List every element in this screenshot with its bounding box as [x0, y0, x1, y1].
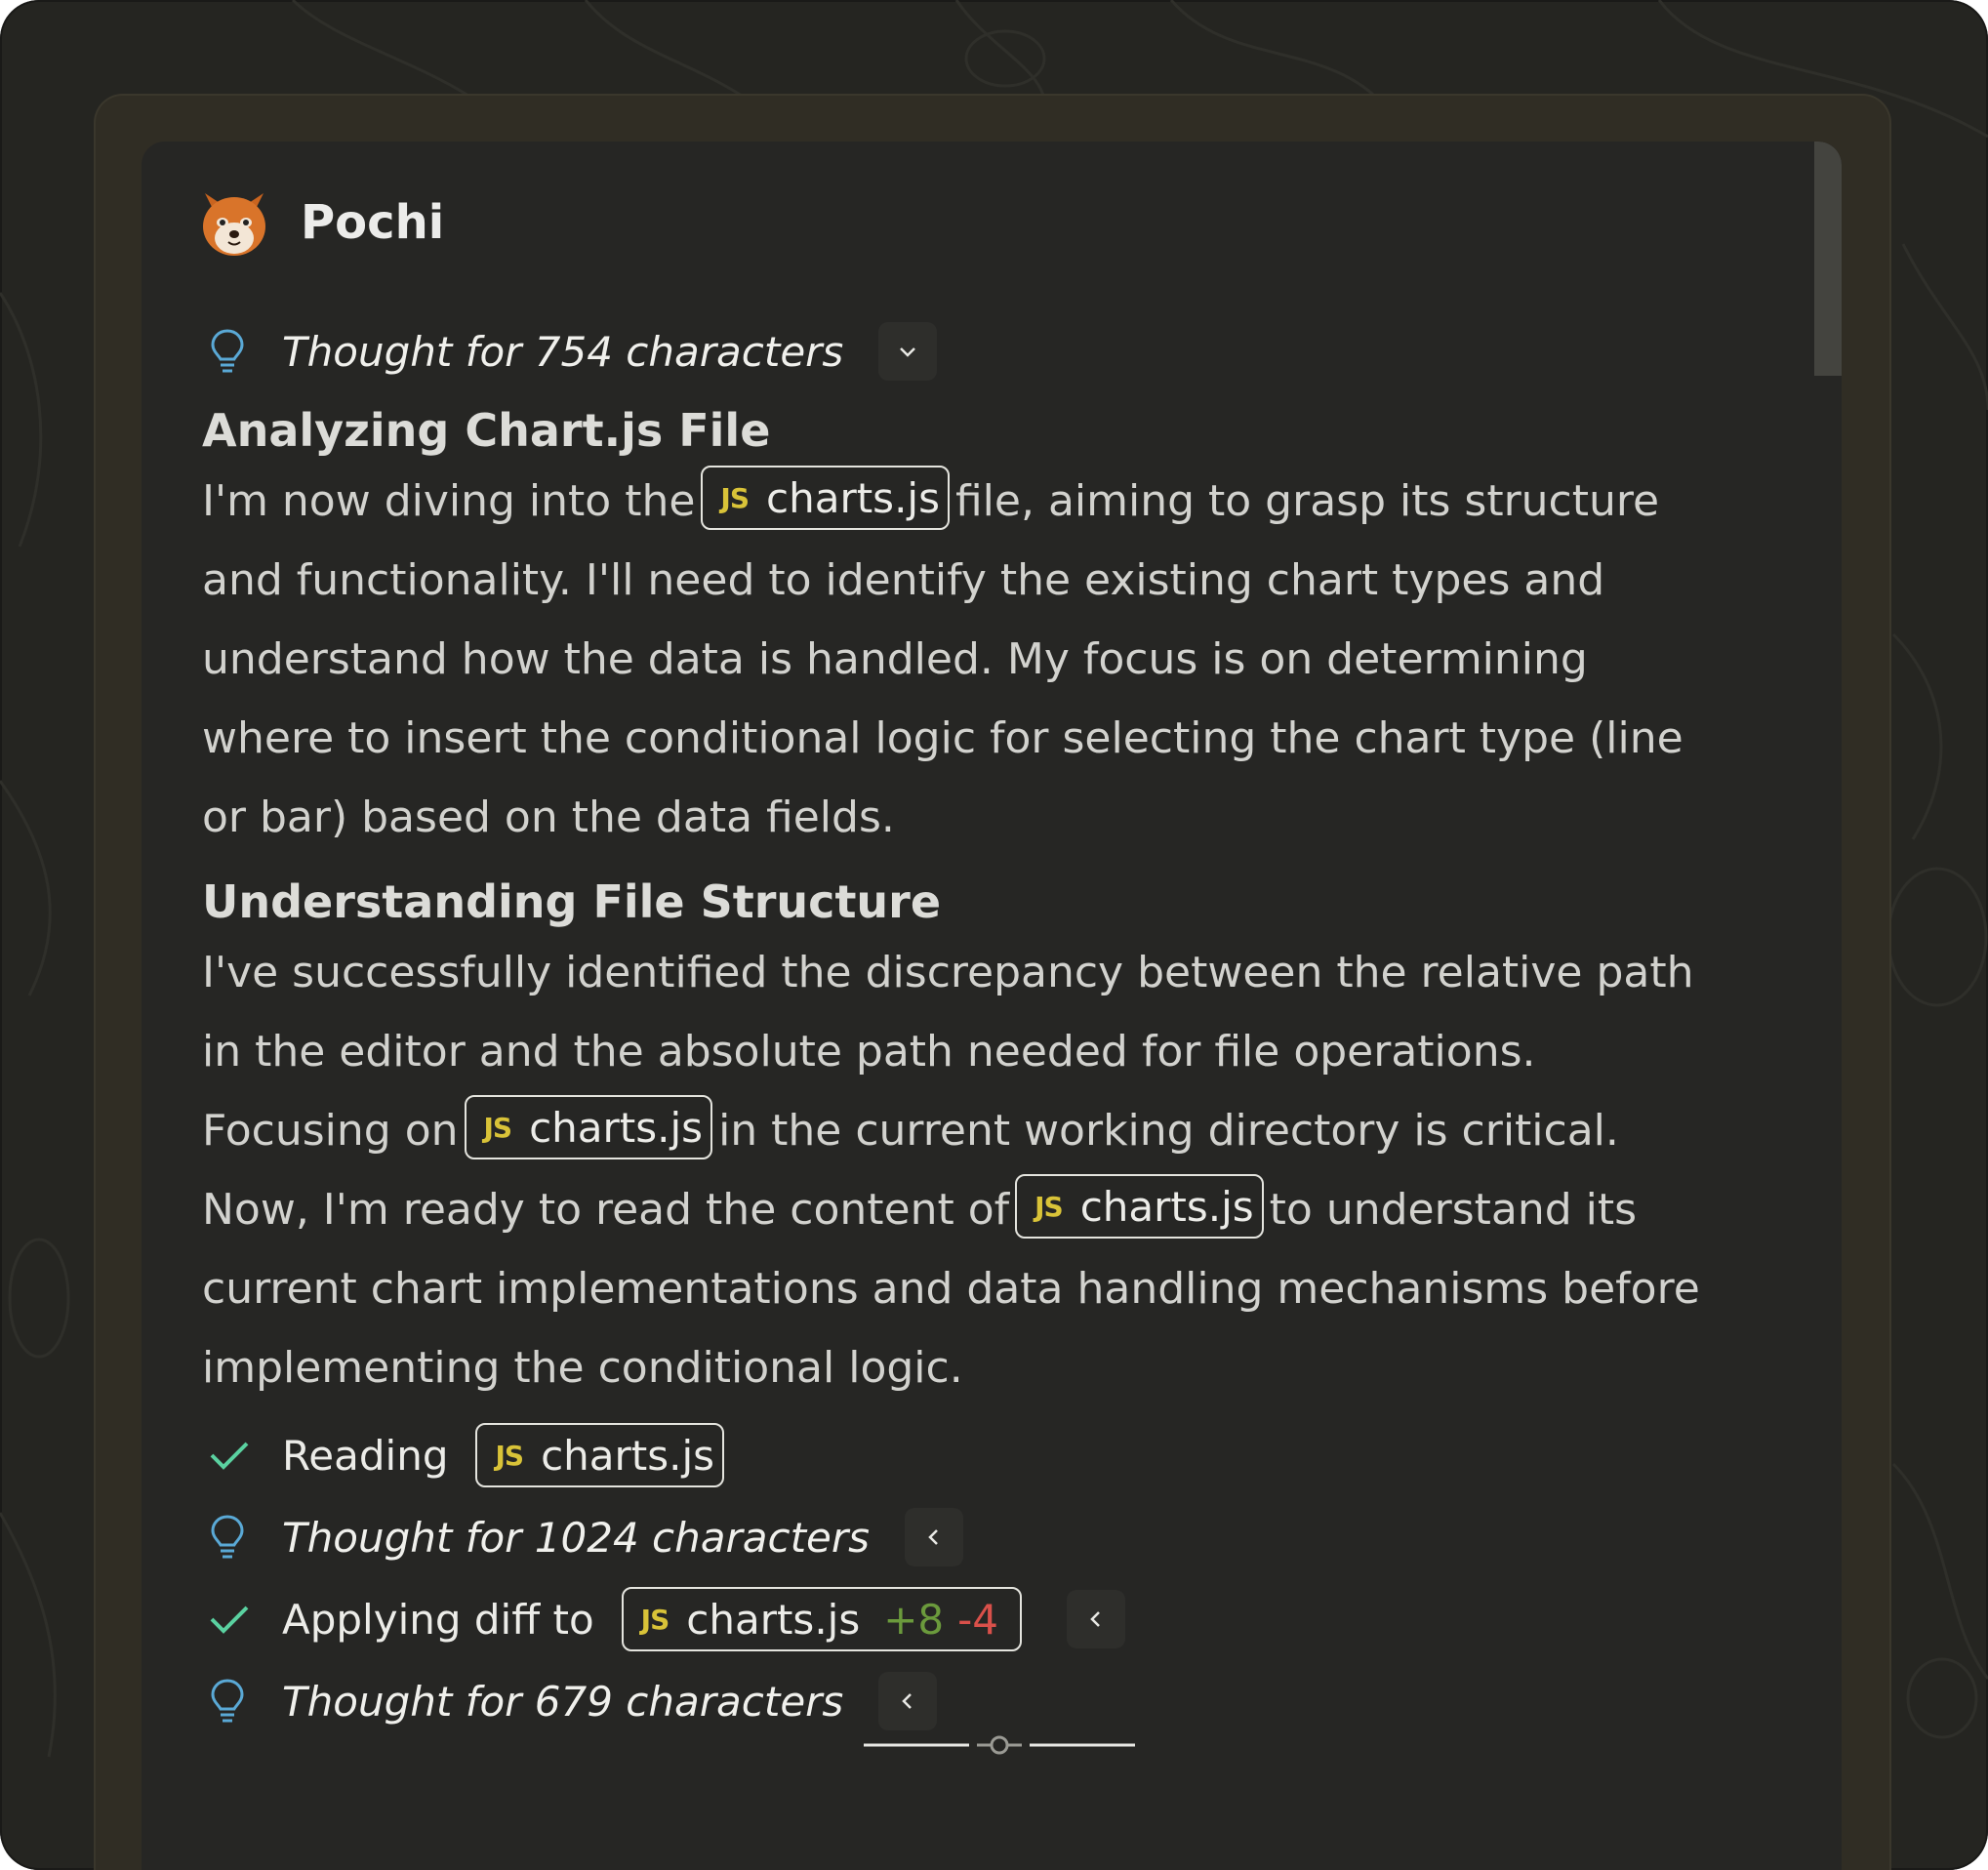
- file-chip-with-diff-stats[interactable]: JS charts.js +8 -4: [621, 1587, 1023, 1651]
- check-icon: [210, 1606, 249, 1634]
- section-paragraph: I've successfully identified the discrep…: [202, 933, 1803, 1407]
- text-line: understand how the data is handled. My f…: [202, 634, 1588, 684]
- section-title: Understanding File Structure: [202, 875, 942, 928]
- file-chip[interactable]: JS charts.js: [1015, 1174, 1264, 1239]
- tool-label: Applying diff to: [282, 1595, 594, 1644]
- thought-label: Thought for 754 characters: [282, 327, 844, 376]
- file-chip[interactable]: JS charts.js: [464, 1095, 713, 1159]
- text-line: current chart implementations and data h…: [202, 1264, 1700, 1314]
- expand-thought-button[interactable]: [878, 322, 938, 381]
- tool-label: Reading: [282, 1431, 449, 1480]
- message-content: Thought for 754 characters Analyzing Cha…: [202, 317, 1803, 1735]
- text-line: Focusing on JS charts.js in the current wor…: [202, 1091, 1803, 1170]
- text-line: implementing the conditional logic.: [202, 1343, 963, 1393]
- text-segment: Focusing on: [202, 1106, 459, 1156]
- text-line: in the editor and the absolute path need…: [202, 1027, 1536, 1077]
- js-file-icon: JS: [720, 481, 750, 514]
- expand-diff-button[interactable]: [1067, 1590, 1126, 1648]
- text-line: Now, I'm ready to read the content of JS c…: [202, 1170, 1803, 1249]
- lines-removed: -4: [957, 1595, 999, 1644]
- text-line: and functionality. I'll need to identify…: [202, 555, 1605, 605]
- app-title: Pochi: [301, 195, 445, 250]
- js-file-icon: JS: [1035, 1190, 1064, 1223]
- text-segment: file, aiming to grasp its structure: [954, 476, 1660, 526]
- expand-thought-button[interactable]: [878, 1672, 938, 1730]
- chevron-left-icon: [902, 1693, 913, 1709]
- lines-added: +8: [883, 1595, 945, 1644]
- text-segment: to understand its: [1269, 1185, 1638, 1235]
- chevron-down-icon: [900, 347, 916, 357]
- file-name: charts.js: [766, 473, 940, 522]
- chevron-left-icon: [928, 1529, 938, 1545]
- thought-label: Thought for 679 characters: [282, 1677, 844, 1726]
- text-line: I'm now diving into the JS charts.js file, …: [202, 462, 1803, 541]
- thought-label: Thought for 1024 characters: [282, 1513, 871, 1562]
- thought-row-3[interactable]: Thought for 679 characters: [202, 1667, 1803, 1735]
- lightbulb-icon: [211, 329, 244, 373]
- text-segment: I'm now diving into the: [202, 476, 696, 526]
- js-file-icon: JS: [640, 1603, 670, 1636]
- thought-row-2[interactable]: Thought for 1024 characters: [202, 1503, 1803, 1571]
- chat-panel: Pochi Thought for 754 characters Analyzi…: [142, 142, 1842, 1870]
- section-title: Analyzing Chart.js File: [202, 404, 771, 457]
- thought-row-1[interactable]: Thought for 754 characters: [202, 317, 1803, 386]
- file-name: charts.js: [686, 1595, 861, 1644]
- scrollbar-thumb[interactable]: [1814, 142, 1842, 376]
- js-file-icon: JS: [483, 1111, 513, 1144]
- text-segment: Now, I'm ready to read the content of: [202, 1185, 1010, 1235]
- check-icon: [210, 1442, 249, 1470]
- lightbulb-icon: [211, 1679, 244, 1723]
- resize-handle-icon[interactable]: [864, 1730, 1137, 1760]
- text-line: where to insert the conditional logic fo…: [202, 713, 1684, 763]
- js-file-icon: JS: [495, 1439, 524, 1472]
- section-paragraph: I'm now diving into the JS charts.js file, …: [202, 462, 1803, 857]
- file-chip[interactable]: JS charts.js: [475, 1423, 725, 1487]
- tool-call-reading: Reading JS charts.js: [202, 1407, 1803, 1503]
- file-name: charts.js: [541, 1431, 715, 1480]
- text-line: I've successfully identified the discrep…: [202, 948, 1694, 997]
- assistant-header: Pochi: [195, 179, 444, 266]
- chevron-left-icon: [1090, 1611, 1100, 1627]
- tool-call-apply-diff: Applying diff to JS charts.js +8 -4: [202, 1571, 1803, 1667]
- shiba-dog-avatar-icon: [203, 193, 265, 256]
- window-frame: Pochi Thought for 754 characters Analyzi…: [0, 0, 1988, 1870]
- file-chip[interactable]: JS charts.js: [701, 466, 950, 530]
- text-line: or bar) based on the data fields.: [202, 793, 895, 842]
- file-name: charts.js: [529, 1103, 704, 1152]
- expand-thought-button[interactable]: [905, 1508, 964, 1566]
- text-segment: in the current working directory is crit…: [718, 1106, 1619, 1156]
- file-name: charts.js: [1079, 1182, 1254, 1231]
- lightbulb-icon: [211, 1515, 244, 1559]
